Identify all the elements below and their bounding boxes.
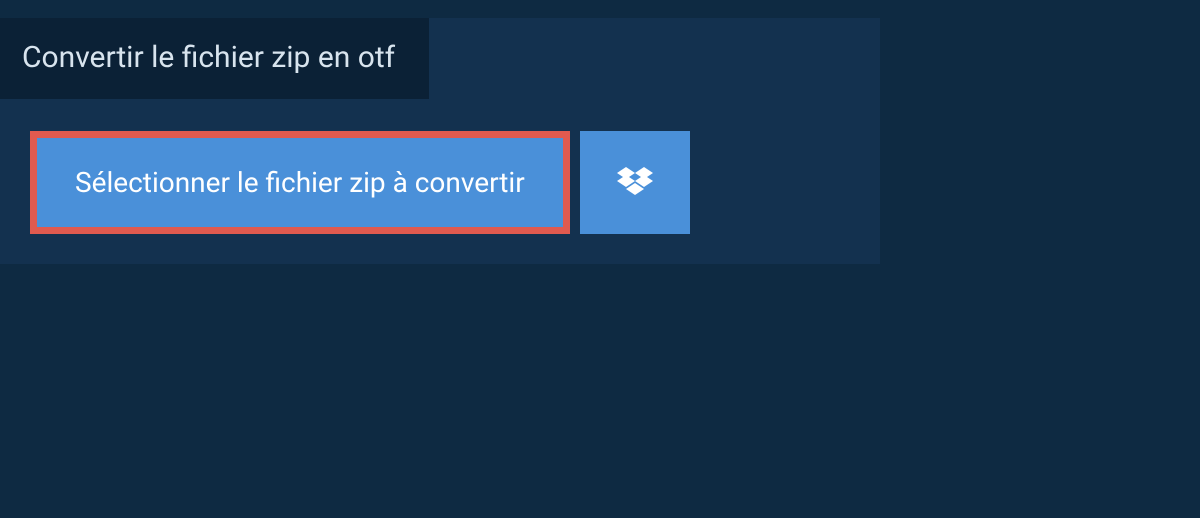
dropbox-button[interactable] xyxy=(580,131,690,234)
button-row: Sélectionner le fichier zip à convertir xyxy=(0,99,880,234)
page-title-tab: Convertir le fichier zip en otf xyxy=(0,18,429,99)
page-title: Convertir le fichier zip en otf xyxy=(22,40,395,75)
select-file-button[interactable]: Sélectionner le fichier zip à convertir xyxy=(30,131,570,234)
dropbox-icon xyxy=(617,167,653,199)
select-file-label: Sélectionner le fichier zip à convertir xyxy=(75,166,525,199)
converter-panel: Convertir le fichier zip en otf Sélectio… xyxy=(0,18,880,264)
